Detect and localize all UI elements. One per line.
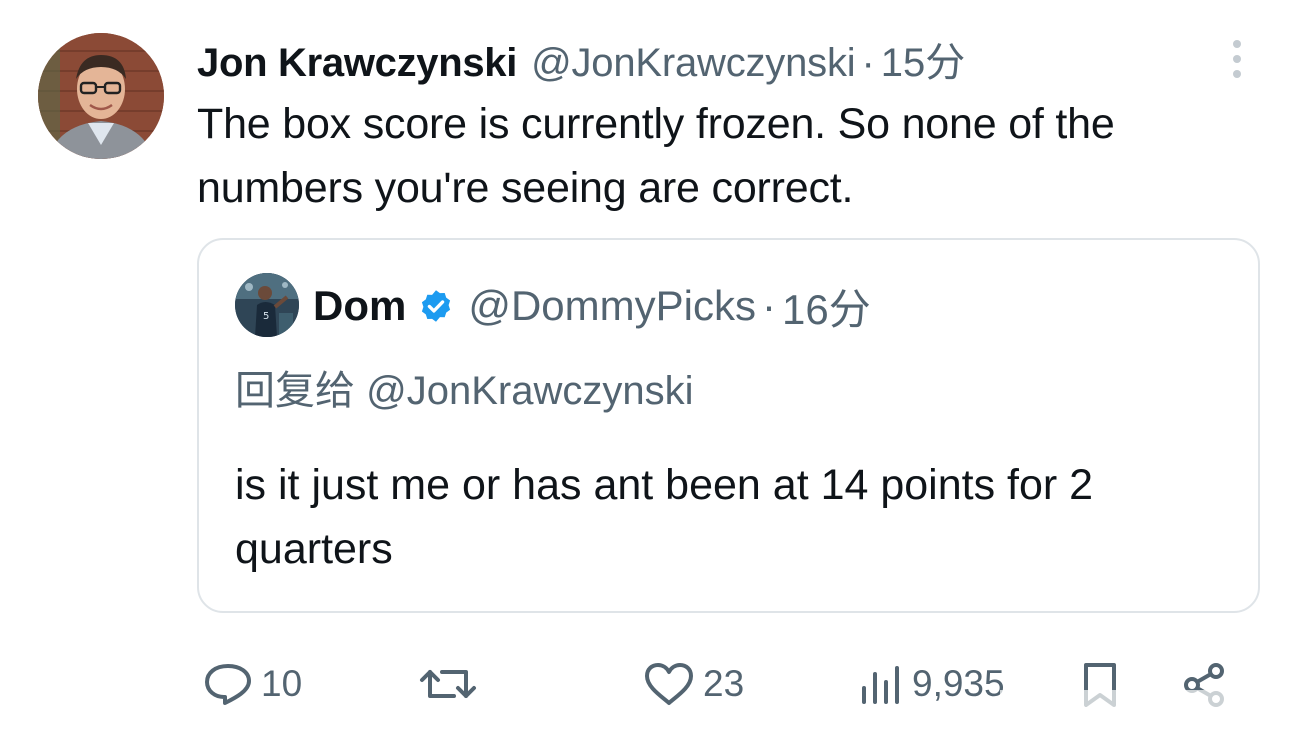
retweet-button[interactable]	[418, 656, 486, 712]
quoted-header-separator: ·	[762, 282, 776, 329]
more-dot	[1233, 40, 1241, 48]
author-avatar-image	[38, 33, 164, 159]
reply-count: 10	[261, 663, 303, 704]
quoted-tweet-timestamp[interactable]: 16分	[782, 276, 871, 337]
tweet-page: Jon Krawczynski @JonKrawczynski · 15分 Th…	[0, 0, 1300, 737]
like-count: 23	[703, 663, 745, 704]
svg-text:5: 5	[263, 311, 269, 322]
quoted-author-handle[interactable]: @DommyPicks	[468, 282, 756, 330]
tweet-timestamp[interactable]: 15分	[881, 30, 966, 88]
reply-to-handle[interactable]: @JonKrawczynski	[366, 369, 693, 413]
author-avatar[interactable]	[38, 33, 164, 159]
retweet-icon	[420, 670, 476, 698]
header-separator: ·	[861, 41, 875, 85]
reply-button[interactable]: 10	[203, 656, 302, 712]
tweet-header: Jon Krawczynski @JonKrawczynski · 15分	[197, 30, 965, 86]
quoted-author-avatar[interactable]: 5	[235, 273, 299, 337]
quoted-author-name[interactable]: Dom	[313, 282, 406, 330]
author-name[interactable]: Jon Krawczynski	[197, 41, 517, 86]
reply-icon	[205, 664, 251, 705]
more-dot	[1233, 70, 1241, 78]
quoted-tweet-text: is it just me or has ant been at 14 poin…	[235, 461, 1094, 573]
watermark-overlay	[1000, 690, 1290, 726]
reply-to-label: 回复给	[235, 369, 355, 413]
quoted-tweet-card[interactable]: 5 Dom @DommyPicks · 16分 回复给 @JonKrawczyn…	[197, 238, 1260, 613]
reply-to-line: 回复给 @JonKrawczynski	[235, 358, 694, 416]
heart-icon	[645, 663, 693, 705]
more-options-icon[interactable]	[1222, 36, 1252, 82]
views-button[interactable]: 9,935	[858, 656, 1005, 712]
more-dot	[1233, 55, 1241, 63]
views-chart-icon	[862, 666, 899, 704]
views-count: 9,935	[912, 663, 1005, 704]
quoted-tweet-header: Dom @DommyPicks · 16分	[313, 278, 871, 334]
tweet-text: The box score is currently frozen. So no…	[197, 100, 1115, 212]
quoted-avatar-image: 5	[235, 273, 299, 337]
verified-badge-icon	[422, 290, 451, 322]
author-handle[interactable]: @JonKrawczynski	[531, 41, 856, 86]
like-button[interactable]: 23	[643, 656, 744, 712]
